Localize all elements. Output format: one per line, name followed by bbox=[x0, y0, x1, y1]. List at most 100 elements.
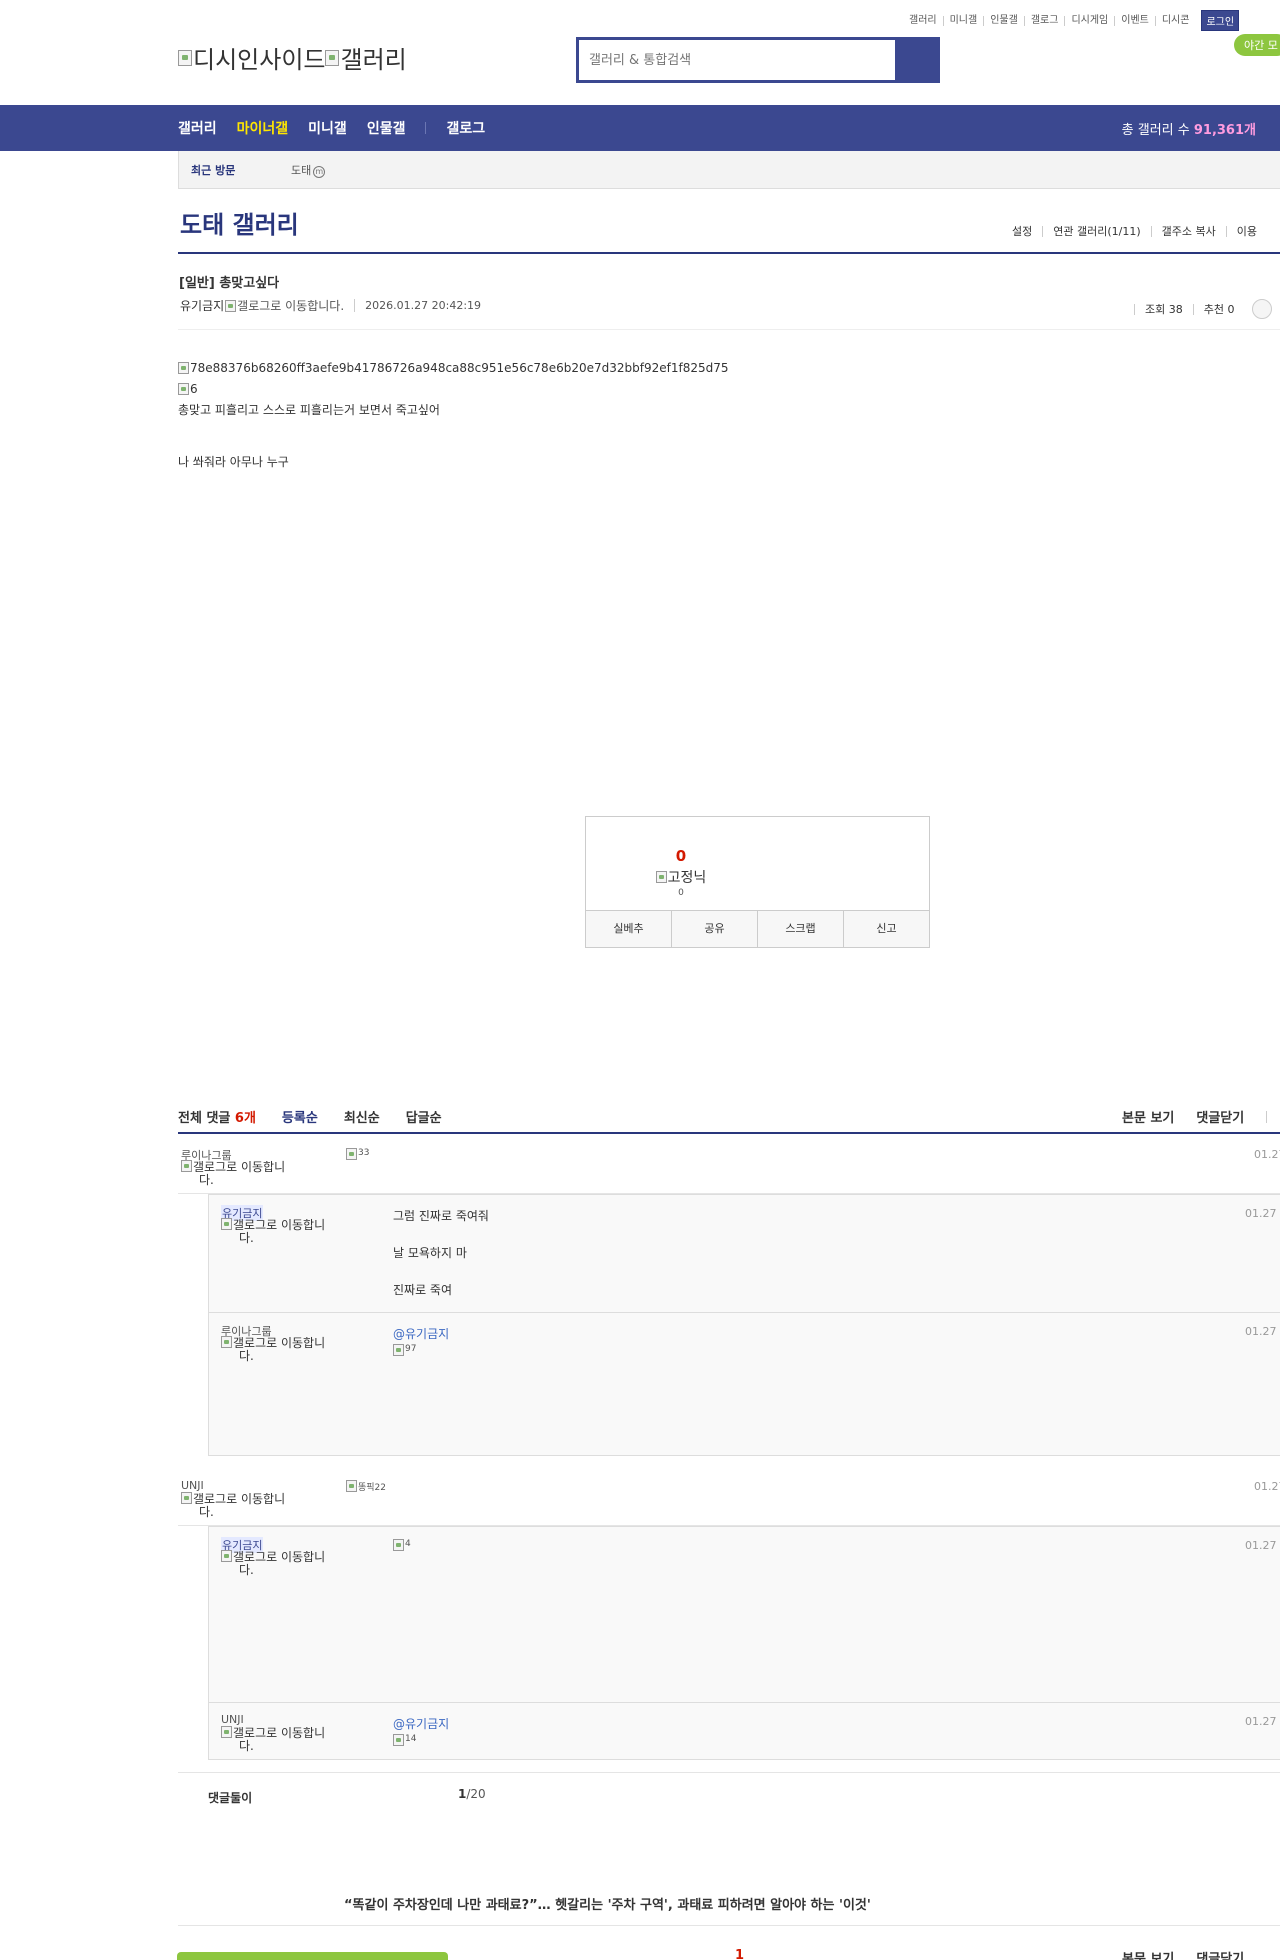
sort-by-latest[interactable]: 최신순 bbox=[344, 1107, 380, 1126]
reply-image-alt: 97 bbox=[405, 1344, 417, 1354]
recent-visit-label: 최근 방문 bbox=[191, 163, 236, 177]
reply-content: @유기금지 14 bbox=[393, 1715, 449, 1748]
news-headline-link[interactable]: “똑같이 주차장인데 나만 과태료?”… 헷갈리는 '주차 구역', 과태료 피… bbox=[344, 1894, 871, 1913]
comment-pagination: 1/20 bbox=[458, 1787, 486, 1801]
broken-image-icon bbox=[346, 1148, 357, 1160]
close-comments-link[interactable]: 댓글닫기 bbox=[1196, 1107, 1244, 1126]
view-post-link-bottom[interactable]: 본문 보기 bbox=[1122, 1948, 1174, 1960]
gallog-alt-text: 갤로그로 이동합니다. bbox=[237, 299, 345, 313]
comments-total-count: 6개 bbox=[234, 1111, 256, 1126]
top-link-dccon[interactable]: 디시콘 bbox=[1154, 15, 1196, 26]
broken-image-icon bbox=[221, 1726, 232, 1738]
broken-image-icon bbox=[221, 1550, 232, 1562]
usage-link[interactable]: 이용 bbox=[1225, 226, 1267, 237]
nav-divider bbox=[425, 122, 427, 134]
reply-mention[interactable]: @유기금지 bbox=[393, 1325, 449, 1342]
login-button[interactable]: 로그인 bbox=[1201, 10, 1240, 31]
gallog-link[interactable]: 갤로그로 이동합니 다. bbox=[181, 1492, 311, 1519]
post-body-line: 나 쏴줘라 아무나 누구 bbox=[178, 455, 289, 469]
gallog-link[interactable]: 갤로그로 이동합니 다. bbox=[221, 1550, 351, 1577]
reply-content: 그럼 진짜로 죽여줘 날 모욕하지 마 진짜로 죽여 bbox=[393, 1209, 489, 1297]
comments-header: 전체 댓글 6개 등록순 최신순 답글순 본문 보기 댓글닫기 bbox=[178, 1104, 1280, 1134]
gallery-total-label: 총 갤러리 수 bbox=[1121, 123, 1194, 138]
sort-by-registered[interactable]: 등록순 bbox=[282, 1107, 318, 1126]
bottom-links: 본문 보기 댓글닫기 bbox=[1122, 1948, 1266, 1960]
gallog-link[interactable]: 갤로그로 이동합니 다. bbox=[221, 1726, 351, 1753]
search-input[interactable] bbox=[579, 40, 895, 80]
top-link-minigall[interactable]: 미니갤 bbox=[942, 15, 984, 26]
post-body-line: 총맞고 피흘리고 스스로 피흘리는거 보면서 죽고싶어 bbox=[178, 403, 440, 417]
comments-total: 전체 댓글 6개 bbox=[178, 1111, 256, 1126]
top-link-persongall[interactable]: 인물갤 bbox=[983, 15, 1024, 26]
reply-list: 유기금지 갤로그로 이동합니 다. 그럼 진짜로 죽여줘 날 모욕하지 마 진짜로… bbox=[208, 1194, 1280, 1456]
post-author-nick[interactable]: 유기금지 bbox=[180, 297, 224, 314]
comment-item: 루이나그룹 갤로그로 이동합니다. 33 01.27 bbox=[178, 1136, 1280, 1194]
report-button[interactable]: 신고 bbox=[843, 911, 929, 947]
recent-visit-bar: 최근 방문 도태 m bbox=[178, 151, 1280, 189]
reply-mention[interactable]: @유기금지 bbox=[393, 1715, 449, 1732]
post-body: 78e88376b68260ff3aefe9b41786726a948ca88c… bbox=[178, 359, 729, 477]
reply-nick[interactable]: UNJI bbox=[221, 1713, 244, 1726]
sort-by-replies[interactable]: 답글순 bbox=[406, 1107, 442, 1126]
top-link-event[interactable]: 이벤트 bbox=[1114, 15, 1155, 26]
top-link-gallog[interactable]: 갤로그 bbox=[1023, 15, 1065, 26]
broken-image-icon bbox=[178, 382, 189, 395]
recommend-box: 0 고정닉 0 실베추 공유 스크랩 신고 bbox=[585, 816, 930, 948]
gallery-total-count: 91,361개 bbox=[1193, 123, 1256, 138]
comment-image-alt: 33 bbox=[358, 1148, 370, 1158]
related-galleries-link[interactable]: 연관 갤러리(1/11) bbox=[1042, 226, 1150, 237]
top-link-dcgame[interactable]: 디시게임 bbox=[1064, 15, 1114, 26]
top-link-gallery[interactable]: 갤러리 bbox=[903, 15, 943, 26]
broken-image-icon bbox=[393, 1539, 404, 1551]
main-nav: 갤러리 마이너갤 미니갤 인물갤 갤로그 총 갤러리 수 91,361개 bbox=[0, 105, 1280, 151]
nav-gallog[interactable]: 갤로그 bbox=[446, 118, 485, 138]
reply-item: 루이나그룹 갤로그로 이동합니다. @유기금지 97 01.27 2 bbox=[209, 1312, 1280, 1455]
night-mode-button[interactable]: 야간 모 bbox=[1234, 34, 1280, 56]
gallery-title[interactable]: 도태 갤러리 bbox=[180, 205, 299, 240]
reply-content: @유기금지 97 bbox=[393, 1325, 449, 1358]
site-logo[interactable]: 디시인사이드 갤러리 bbox=[178, 40, 407, 75]
post-stats: 조회 38 추천 0 bbox=[1134, 299, 1273, 319]
recent-visit-item-name: 도태 bbox=[291, 163, 312, 177]
post-image-2-alt: 6 bbox=[190, 381, 198, 396]
search-button[interactable] bbox=[895, 40, 937, 80]
comment-date: 01.27 bbox=[1254, 1148, 1280, 1161]
broken-image-icon bbox=[325, 49, 340, 66]
gallog-link[interactable]: 갤로그로 이동합니 다. bbox=[181, 1160, 311, 1187]
recent-visit-item[interactable]: 도태 m bbox=[291, 162, 326, 178]
reply-image-alt: 4 bbox=[405, 1539, 411, 1549]
comment-content: 33 bbox=[346, 1148, 369, 1162]
gallery-settings-link[interactable]: 설정 bbox=[1002, 226, 1042, 237]
comment-content: 똥픽22 bbox=[346, 1480, 386, 1494]
close-comments-link-bottom[interactable]: 댓글닫기 bbox=[1196, 1948, 1244, 1960]
write-button[interactable] bbox=[177, 1952, 448, 1960]
nav-minor-gallery[interactable]: 마이너갤 bbox=[237, 118, 289, 138]
reply-list: 유기금지 갤로그로 이동합니다. 4 01.27 2 UNJI 갤로그로 이동합… bbox=[208, 1526, 1280, 1760]
share-button[interactable]: 공유 bbox=[671, 911, 757, 947]
nav-gallery[interactable]: 갤러리 bbox=[178, 118, 217, 138]
nav-mini-gallery[interactable]: 미니갤 bbox=[308, 118, 347, 138]
reply-date: 01.27 2 bbox=[1245, 1539, 1280, 1552]
gallog-link[interactable]: 갤로그로 이동합니 다. bbox=[221, 1336, 351, 1363]
comment-date: 01.27 bbox=[1254, 1480, 1280, 1493]
post-header-divider bbox=[178, 329, 1280, 330]
comment-page-total: /20 bbox=[466, 1787, 486, 1801]
scrap-button[interactable]: 스크랩 bbox=[757, 911, 843, 947]
copy-gallery-url-link[interactable]: 갤주소 복사 bbox=[1150, 226, 1226, 237]
comment-nick[interactable]: UNJI bbox=[181, 1479, 204, 1492]
gallog-link[interactable]: 갤로그로 이동합니 다. bbox=[221, 1218, 351, 1245]
more-options-icon[interactable] bbox=[1252, 299, 1273, 319]
post-image-1-alt: 78e88376b68260ff3aefe9b41786726a948ca88c… bbox=[190, 360, 729, 375]
nav-person-gallery[interactable]: 인물갤 bbox=[367, 118, 406, 138]
post-recommend: 추천 0 bbox=[1192, 303, 1245, 315]
post-date: 2026.01.27 20:42:19 bbox=[354, 299, 481, 312]
bottom-page-number[interactable]: 1 bbox=[735, 1948, 744, 1960]
recommend-up[interactable]: 0 고정닉 0 bbox=[586, 847, 776, 898]
comments-footer: 댓글둘이 1/20 bbox=[178, 1772, 1280, 1816]
fold-comments-link[interactable]: 댓글둘이 bbox=[208, 1789, 252, 1806]
view-post-link[interactable]: 본문 보기 bbox=[1122, 1107, 1174, 1126]
gallog-icon[interactable] bbox=[225, 299, 237, 312]
reply-item: UNJI 갤로그로 이동합니다. @유기금지 14 01.27 2 bbox=[209, 1702, 1280, 1759]
silbe-recommend-button[interactable]: 실베추 bbox=[586, 911, 671, 947]
broken-image-icon bbox=[393, 1344, 404, 1356]
